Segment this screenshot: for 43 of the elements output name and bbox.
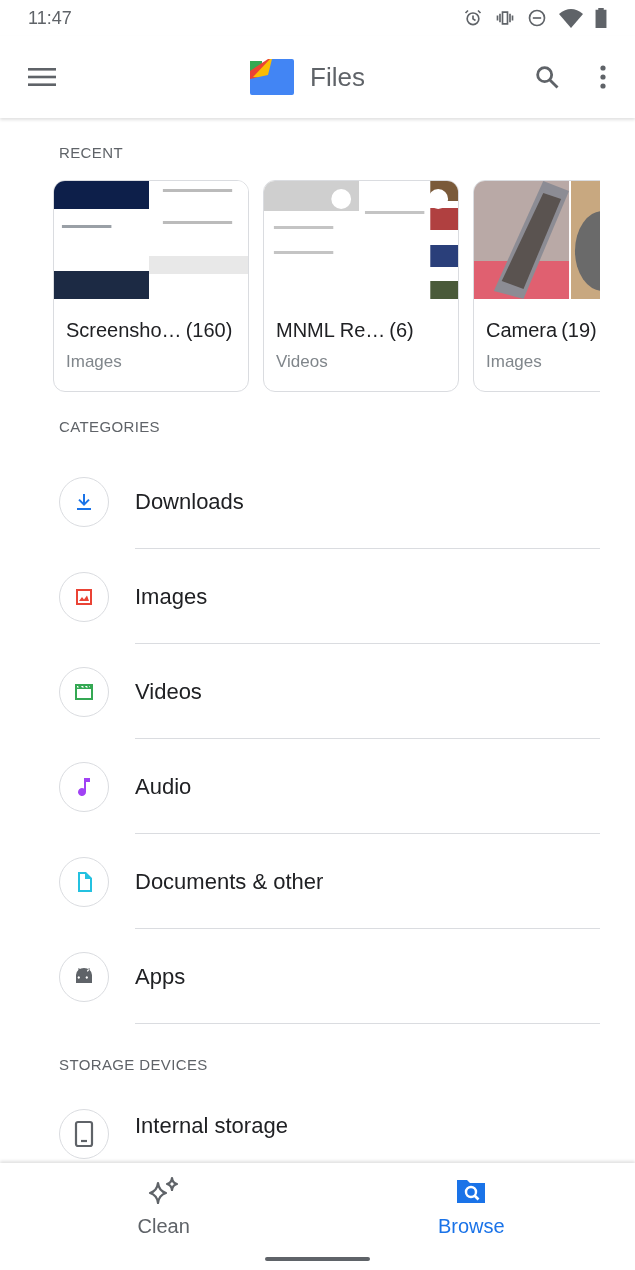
battery-icon: [595, 8, 607, 28]
storage-item[interactable]: Internal storage: [53, 1109, 600, 1159]
card-title: Camera: [486, 318, 558, 343]
menu-icon: [28, 67, 56, 87]
search-icon: [533, 63, 561, 91]
status-time: 11:47: [28, 6, 72, 30]
files-logo-icon: [250, 59, 294, 95]
card-count: (160): [185, 318, 233, 343]
section-heading: RECENT: [59, 143, 123, 163]
card-subtitle: Images: [66, 351, 122, 373]
card-count: (19): [561, 318, 597, 343]
category-item[interactable]: Documents & other: [53, 834, 600, 929]
category-item[interactable]: Apps: [53, 929, 600, 1024]
nav-tab[interactable]: Clean: [10, 1175, 318, 1257]
category-label: Videos: [135, 677, 202, 706]
card-title: MNML Re…: [276, 318, 386, 343]
category-item[interactable]: Images: [53, 549, 600, 644]
storage-label: Internal storage: [135, 1112, 288, 1140]
card-subtitle: Videos: [276, 351, 328, 373]
category-label: Audio: [135, 772, 192, 801]
more-vertical-icon: [599, 65, 607, 89]
folder-card[interactable]: Camera (19) Images: [473, 180, 600, 392]
folder-card[interactable]: MNML Re… (6) Videos: [263, 180, 459, 392]
alarm-icon: [463, 8, 483, 28]
card-count: (6): [389, 318, 414, 343]
nav-tab[interactable]: Browse: [317, 1175, 625, 1257]
vibrate-icon: [495, 8, 515, 28]
do-not-disturb-icon: [527, 8, 547, 28]
category-item[interactable]: Audio: [53, 739, 600, 834]
card-subtitle: Images: [486, 351, 542, 373]
folder-card[interactable]: Screensho… (160) Images: [53, 180, 249, 392]
category-label: Images: [135, 582, 208, 611]
section-heading: STORAGE DEVICES: [59, 1055, 208, 1075]
category-item[interactable]: Downloads: [53, 454, 600, 549]
app-title: Files: [310, 60, 365, 94]
section-heading: CATEGORIES: [59, 417, 160, 437]
wifi-icon: [559, 8, 583, 28]
phone-icon: [74, 1120, 94, 1148]
category-label: Apps: [135, 962, 186, 991]
category-label: Downloads: [135, 487, 244, 516]
category-label: Documents & other: [135, 867, 324, 896]
card-title: Screensho…: [66, 318, 182, 343]
category-item[interactable]: Videos: [53, 644, 600, 739]
